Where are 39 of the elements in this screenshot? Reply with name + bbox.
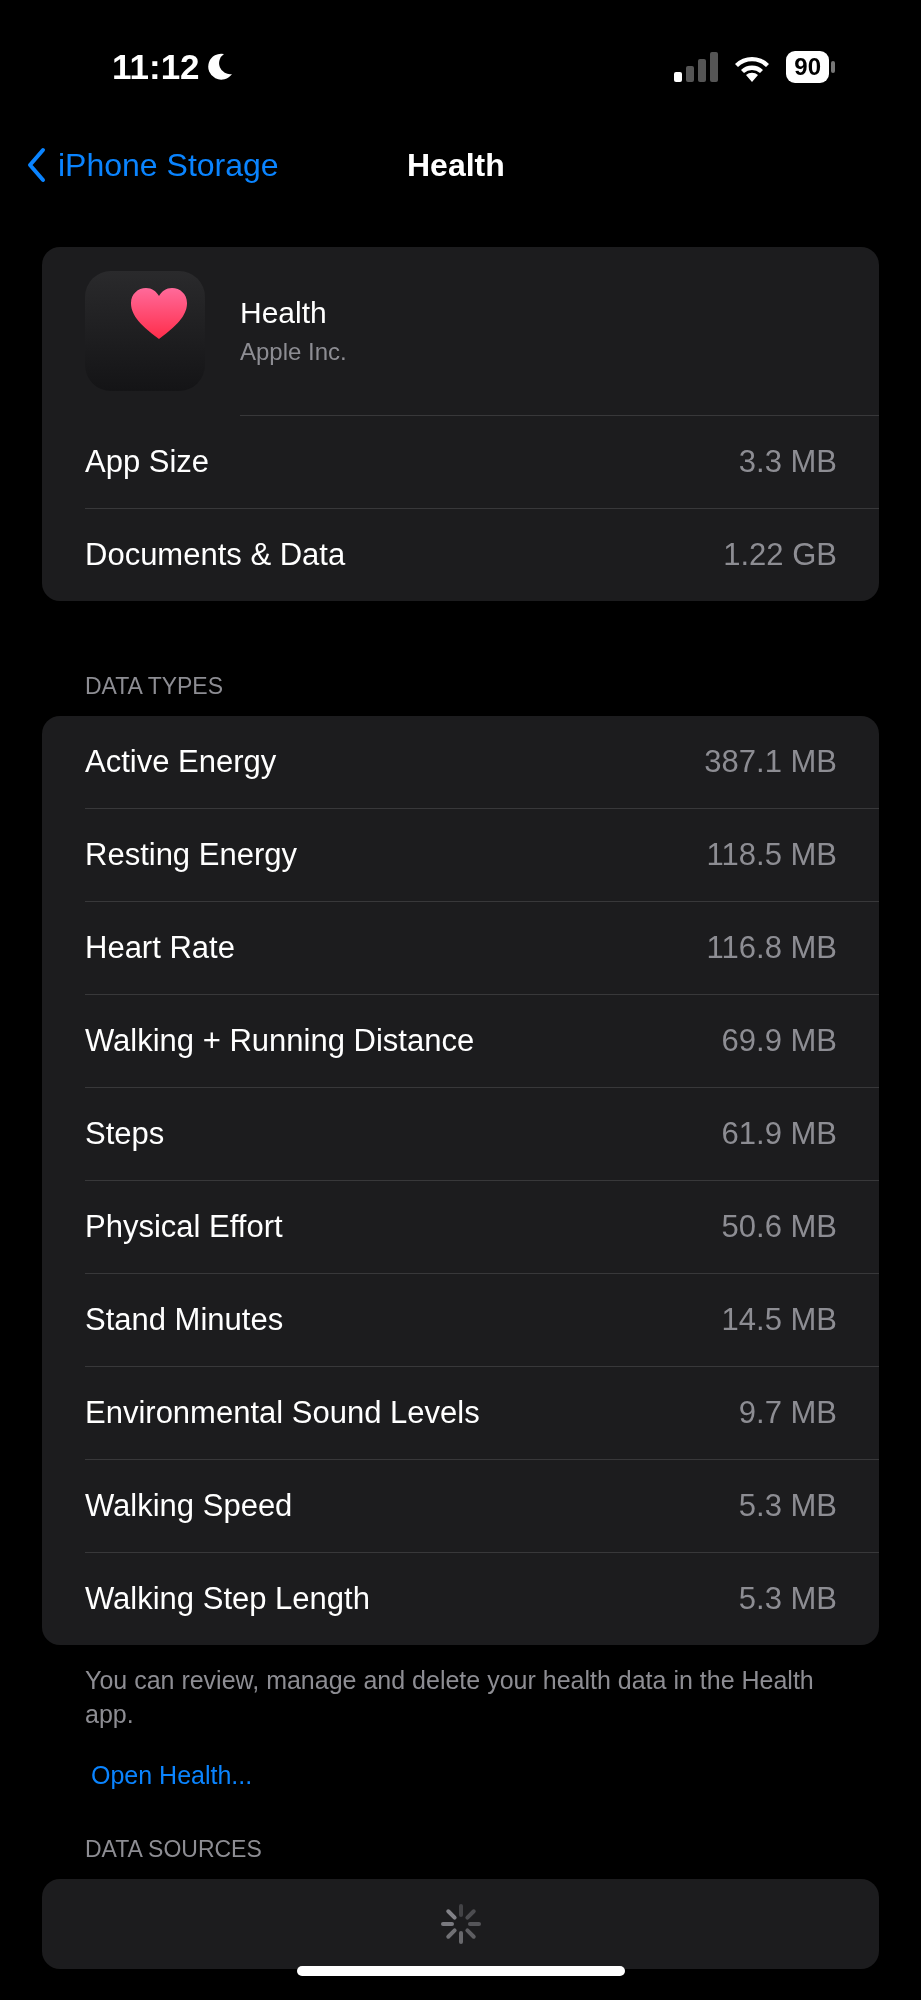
row-label: Documents & Data: [85, 537, 346, 573]
row-value: 116.8 MB: [706, 930, 837, 966]
row-value: 5.3 MB: [738, 1488, 837, 1524]
section-header: DATA SOURCES: [84, 1835, 263, 1864]
row-label: Environmental Sound Levels: [85, 1395, 480, 1431]
row-label: App Size: [85, 444, 210, 480]
battery-tip-icon: [831, 61, 835, 73]
row-label: Walking + Running Distance: [85, 1023, 475, 1059]
row-value: 61.9 MB: [721, 1116, 837, 1152]
row-label: Heart Rate: [85, 930, 235, 966]
moon-icon: [205, 52, 234, 82]
row-label: Steps: [85, 1116, 165, 1152]
row-value: 1.22 GB: [723, 537, 837, 573]
row-value: 387.1 MB: [704, 744, 837, 780]
row-value: 69.9 MB: [721, 1023, 837, 1059]
section-header: DATA TYPES: [84, 672, 225, 701]
row-value: 14.5 MB: [721, 1302, 837, 1338]
row-value: 118.5 MB: [706, 837, 837, 873]
app-name: Health: [240, 296, 328, 330]
loading-spinner-icon: [439, 1903, 482, 1945]
footer-note: You can review, manage and delete your health data in the Health app.: [85, 1665, 815, 1730]
back-link[interactable]: iPhone Storage: [0, 146, 279, 184]
row-value: 9.7 MB: [738, 1395, 837, 1431]
signal-icon: [674, 52, 719, 82]
open-health-link[interactable]: Open Health...: [91, 1761, 253, 1790]
row-label: Active Energy: [85, 744, 277, 780]
chevron-left-icon: [26, 147, 46, 183]
status-time: 11:12: [112, 47, 200, 87]
row-label: Walking Step Length: [85, 1581, 370, 1617]
row-value: 3.3 MB: [738, 444, 837, 480]
row-label: Walking Speed: [85, 1488, 293, 1524]
page-title: Health: [407, 146, 505, 184]
row-value: 50.6 MB: [721, 1209, 837, 1245]
row-label: Physical Effort: [85, 1209, 283, 1245]
app-developer: Apple Inc.: [240, 338, 347, 366]
row-value: 5.3 MB: [738, 1581, 837, 1617]
battery-level: 90: [786, 51, 829, 83]
row-label: Resting Energy: [85, 837, 297, 873]
row-label: Stand Minutes: [85, 1302, 284, 1338]
